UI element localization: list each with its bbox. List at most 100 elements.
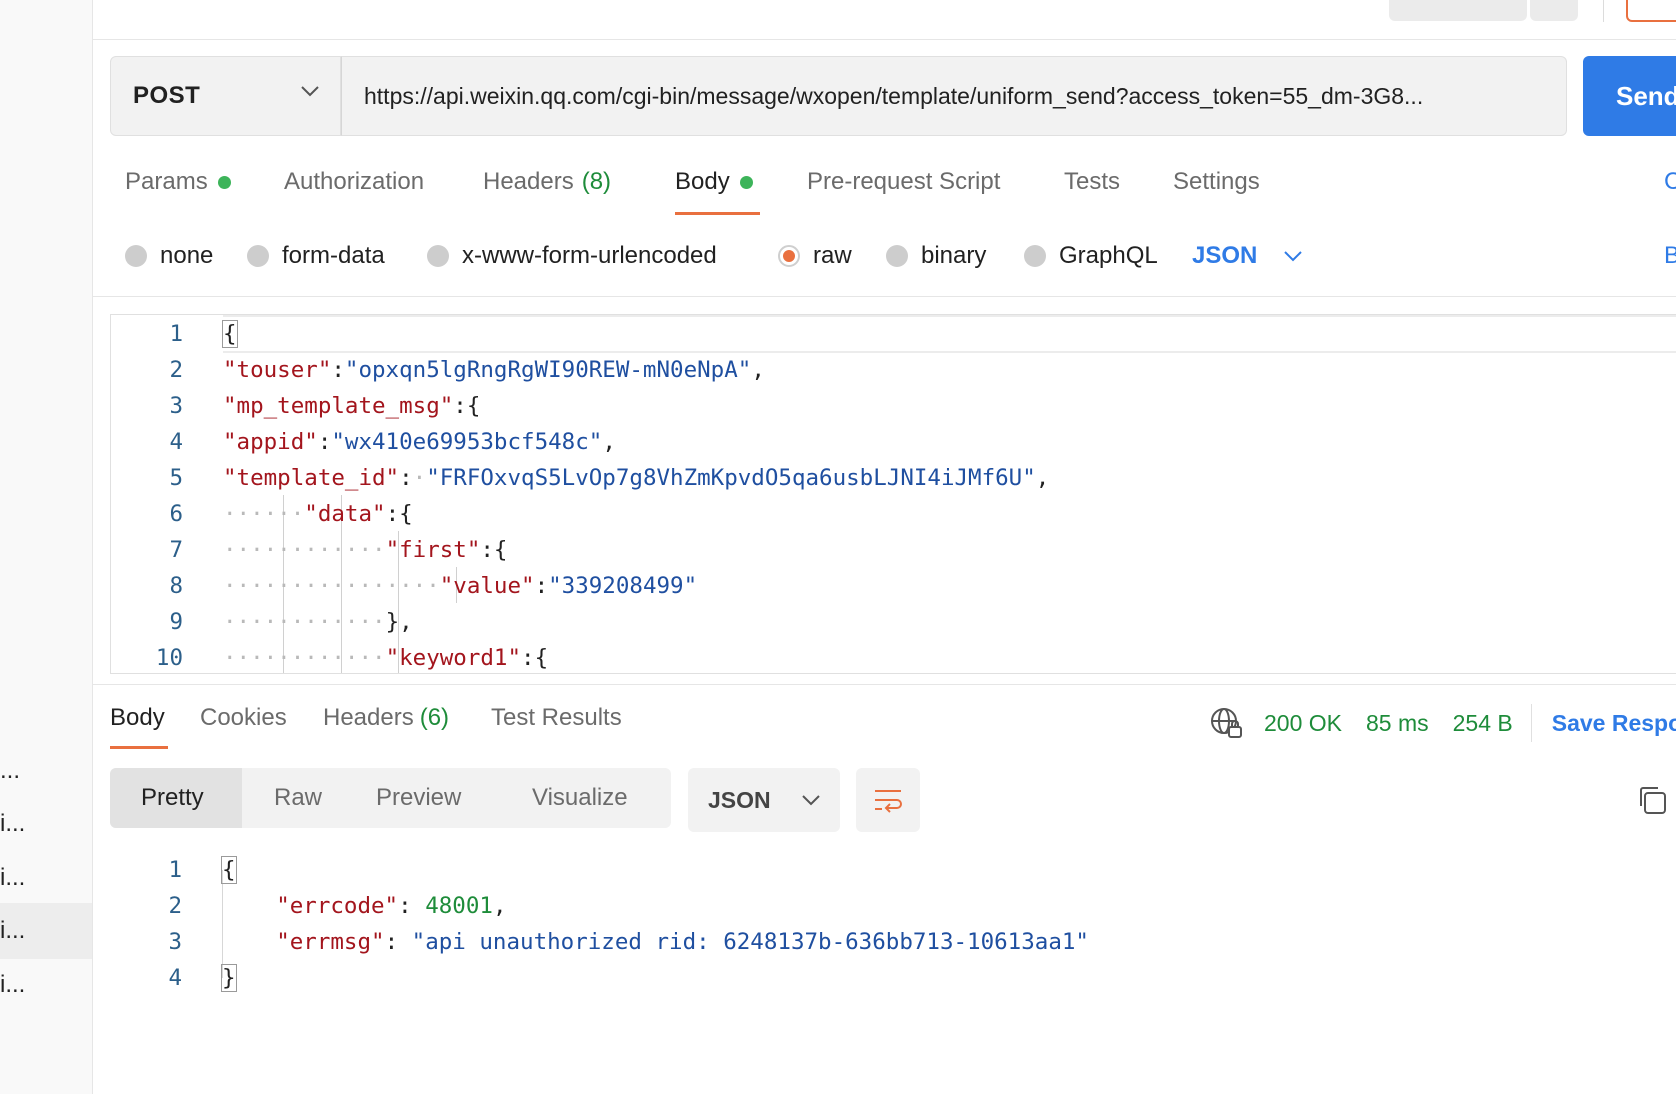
sidebar-item[interactable]: i... <box>0 957 92 1013</box>
code-line: 2 "errcode": 48001, <box>110 888 1676 924</box>
line-number: 3 <box>169 393 183 419</box>
radio-label: none <box>160 242 214 269</box>
code-text: ············"first":{ <box>223 537 508 563</box>
tab-settings[interactable]: Settings <box>1173 168 1260 196</box>
body-mode-binary[interactable]: binary <box>886 242 986 270</box>
radio-label: raw <box>813 242 852 269</box>
tab-tests[interactable]: Tests <box>1064 168 1120 196</box>
response-time[interactable]: 85 ms <box>1366 710 1429 737</box>
code-line: 4} <box>110 960 1676 996</box>
tab-label: Headers <box>323 704 414 731</box>
request-tab-strip <box>93 0 1676 40</box>
tab-authorization[interactable]: Authorization <box>284 168 424 196</box>
line-number: 1 <box>168 857 182 883</box>
code-text: "errcode": 48001, <box>276 893 507 919</box>
body-mode-form-data[interactable]: form-data <box>247 242 385 270</box>
tab-params[interactable]: Params <box>125 168 231 196</box>
code-text: ······"data":{ <box>223 501 413 527</box>
chevron-down-icon <box>301 86 319 97</box>
response-tab-headers[interactable]: Headers (6) <box>323 704 449 732</box>
response-tab-body[interactable]: Body <box>110 704 165 732</box>
copy-icon[interactable] <box>1636 784 1668 816</box>
view-visualize[interactable]: Visualize <box>512 768 671 828</box>
radio-label: binary <box>921 242 987 269</box>
divider <box>93 684 1676 685</box>
code-text: ············}, <box>223 609 413 635</box>
active-tab-indicator <box>675 212 760 215</box>
sidebar-item[interactable]: i... <box>0 796 92 852</box>
environment-eye-button[interactable] <box>1530 0 1578 21</box>
code-line: 2 "touser":"opxqn5lgRngRgWI90REW-mN0eNpA"… <box>111 352 1676 388</box>
url-text: https://api.weixin.qq.com/cgi-bin/messag… <box>364 82 1424 109</box>
code-text: ················"value":"339208499" <box>223 573 698 599</box>
code-text: "mp_template_msg":{ <box>223 393 481 419</box>
response-view-toggle: Pretty Raw Preview Visualize <box>110 768 671 828</box>
code-line: 9 ············}, <box>111 604 1676 640</box>
radio-icon <box>247 245 269 267</box>
code-line: 4 "appid":"wx410e69953bcf548c", <box>111 424 1676 460</box>
code-text: "template_id":·"FRFOxvqS5LvOp7g8VhZmKpvd… <box>223 465 1050 491</box>
line-number: 4 <box>169 429 183 455</box>
line-number: 2 <box>169 357 183 383</box>
tab-label: Settings <box>1173 168 1260 195</box>
view-raw[interactable]: Raw <box>242 768 354 828</box>
active-tab-indicator <box>110 746 168 749</box>
line-number: 10 <box>155 645 183 671</box>
status-code[interactable]: 200 OK <box>1264 710 1342 737</box>
body-mode-none[interactable]: none <box>125 242 213 270</box>
tab-label: Body <box>675 168 730 195</box>
body-mode-graphql[interactable]: GraphQL <box>1024 242 1158 270</box>
body-mode-raw[interactable]: raw <box>778 242 852 270</box>
save-request-button[interactable] <box>1626 0 1676 22</box>
response-size[interactable]: 254 B <box>1453 710 1513 737</box>
radio-icon <box>1024 245 1046 267</box>
url-input[interactable]: https://api.weixin.qq.com/cgi-bin/messag… <box>341 56 1567 136</box>
request-body-editor[interactable]: 1{ 2 "touser":"opxqn5lgRngRgWI90REW-mN0eN… <box>110 314 1676 674</box>
view-pretty[interactable]: Pretty <box>110 768 242 828</box>
code-line: 6 ······"data":{ <box>111 496 1676 532</box>
view-preview[interactable]: Preview <box>354 768 512 828</box>
radio-label: GraphQL <box>1059 242 1158 269</box>
code-text: { <box>221 856 237 884</box>
sidebar-item-active[interactable]: i... <box>0 903 92 959</box>
beautify-link[interactable]: Beautify <box>1664 242 1676 270</box>
tab-label: Headers <box>483 168 574 195</box>
wrap-lines-button[interactable] <box>856 768 920 832</box>
send-button[interactable]: Send <box>1583 56 1676 136</box>
tab-label: Tests <box>1064 168 1121 195</box>
body-format-select[interactable]: JSON <box>1192 242 1303 270</box>
response-format-select[interactable]: JSON <box>688 768 840 832</box>
response-body-viewer[interactable]: 1{ 2 "errcode": 48001, 3 "errmsg": "api … <box>110 852 1676 1002</box>
line-number: 5 <box>169 465 183 491</box>
sidebar-item[interactable]: i... <box>0 850 92 906</box>
radio-selected-icon <box>778 245 800 267</box>
tab-label: Authorization <box>284 168 425 195</box>
line-number: 1 <box>169 321 183 347</box>
code-text: "errmsg": "api unauthorized rid: 6248137… <box>276 929 1089 955</box>
divider <box>1603 0 1604 22</box>
method-select[interactable]: POST <box>110 56 341 136</box>
response-tab-test-results[interactable]: Test Results <box>491 704 622 732</box>
radio-label: form-data <box>282 242 385 269</box>
cookies-link[interactable]: Cookies <box>1664 168 1676 196</box>
code-line: 7 ············"first":{ <box>111 532 1676 568</box>
code-text: "touser":"opxqn5lgRngRgWI90REW-mN0eNpA", <box>223 357 765 383</box>
code-line: 10 ············"keyword1":{ <box>111 640 1676 673</box>
environment-button[interactable] <box>1389 0 1527 21</box>
tab-pre-request-script[interactable]: Pre-request Script <box>807 168 1000 196</box>
chevron-down-icon <box>801 795 820 806</box>
divider <box>93 296 1676 297</box>
line-number: 9 <box>169 609 183 635</box>
tab-headers[interactable]: Headers (8) <box>483 168 611 196</box>
globe-lock-icon[interactable] <box>1210 707 1244 739</box>
body-mode-urlencoded[interactable]: x-www-form-urlencoded <box>427 242 717 270</box>
tab-label: Pre-request Script <box>807 168 1001 195</box>
tab-body[interactable]: Body <box>675 168 753 196</box>
tab-label: Params <box>125 168 208 195</box>
response-tab-cookies[interactable]: Cookies <box>200 704 287 732</box>
line-number: 8 <box>169 573 183 599</box>
code-line: 1{ <box>111 316 1676 352</box>
code-line: 1{ <box>110 852 1676 888</box>
save-response-button[interactable]: Save Response <box>1552 710 1676 737</box>
sidebar-item[interactable]: ... <box>0 743 92 799</box>
